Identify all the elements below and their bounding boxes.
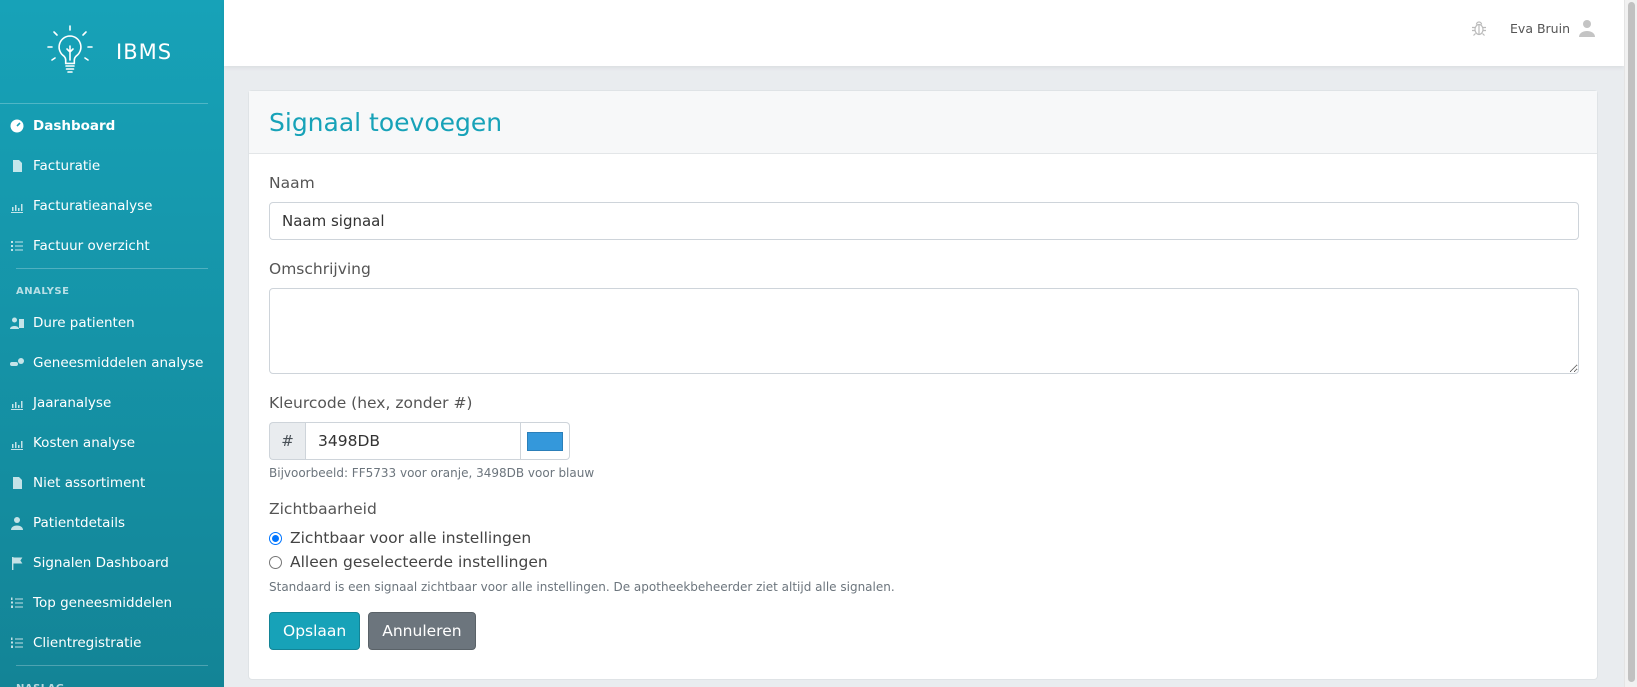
sidebar-heading-naslag: NASLAG <box>0 666 224 687</box>
sidebar-item-factuur-overzicht[interactable]: Factuur overzicht <box>0 226 224 266</box>
topbar-right: Eva Bruin <box>1470 19 1596 37</box>
sidebar-item-label: Signalen Dashboard <box>33 555 169 571</box>
kleurcode-input[interactable] <box>305 422 521 460</box>
sidebar-item-facturatieanalyse[interactable]: Facturatieanalyse <box>0 186 224 226</box>
file-icon <box>10 159 24 173</box>
radio-all-input[interactable] <box>269 531 282 545</box>
naam-group: Naam <box>269 174 1579 240</box>
sidebar-nav-analyse: Dure patienten Geneesmiddelen analyse Ja… <box>0 303 224 663</box>
zichtbaarheid-group: Zichtbaarheid Zichtbaar voor alle instel… <box>269 500 1577 594</box>
sidebar-item-dure-patienten[interactable]: Dure patienten <box>0 303 224 343</box>
radio-selected-label: Alleen geselecteerde instellingen <box>290 553 548 571</box>
radio-selected-input[interactable] <box>269 555 282 569</box>
card-header: Signaal toevoegen <box>249 91 1597 154</box>
sidebar-item-label: Facturatie <box>33 158 101 174</box>
sidebar-item-label: Facturatieanalyse <box>33 198 153 214</box>
chart-icon <box>10 396 24 410</box>
form-actions: Opslaan Annuleren <box>269 612 1577 650</box>
zichtbaarheid-label: Zichtbaarheid <box>269 500 377 518</box>
sidebar-item-label: Top geneesmiddelen <box>33 595 173 611</box>
kleur-help-text: Bijvoorbeeld: FF5733 voor oranje, 3498DB… <box>269 466 595 480</box>
sidebar-item-clientregistratie[interactable]: Clientregistratie <box>0 623 224 663</box>
user-name[interactable]: Eva Bruin <box>1510 21 1570 36</box>
sidebar-item-label: Dashboard <box>33 118 116 134</box>
sidebar-item-top-geneesmiddelen[interactable]: Top geneesmiddelen <box>0 583 224 623</box>
kleur-group: Kleurcode (hex, zonder #) # Bijvoorbeeld… <box>269 394 1577 480</box>
color-picker[interactable] <box>521 422 570 460</box>
sidebar-item-label: Patientdetails <box>33 515 125 531</box>
user-icon <box>10 516 24 530</box>
chart-icon <box>10 436 24 450</box>
list-icon <box>10 239 24 253</box>
omschrijving-textarea[interactable] <box>269 288 1579 374</box>
radio-all-label: Zichtbaar voor alle instellingen <box>290 529 532 547</box>
sidebar-item-label: Jaaranalyse <box>33 395 112 411</box>
save-button[interactable]: Opslaan <box>269 612 361 650</box>
bug-icon[interactable] <box>1470 19 1488 37</box>
sidebar-item-niet-assortiment[interactable]: Niet assortiment <box>0 463 224 503</box>
card-body: Naam Omschrijving Kleurcode (hex, zonder… <box>249 154 1597 650</box>
sidebar: IBMS Dashboard Facturatie Facturatieanal… <box>0 0 224 687</box>
file-icon <box>10 476 24 490</box>
color-input-group: # <box>269 422 1577 460</box>
sidebar-item-label: Clientregistratie <box>33 635 142 651</box>
radio-option-selected[interactable]: Alleen geselecteerde instellingen <box>269 550 1577 574</box>
signal-form-card: Signaal toevoegen Naam Omschrijving Kleu… <box>248 90 1598 680</box>
sidebar-item-geneesmiddelen-analyse[interactable]: Geneesmiddelen analyse <box>0 343 224 383</box>
sidebar-item-patientdetails[interactable]: Patientdetails <box>0 503 224 543</box>
chart-icon <box>10 199 24 213</box>
sidebar-item-kosten-analyse[interactable]: Kosten analyse <box>0 423 224 463</box>
sidebar-item-label: Niet assortiment <box>33 475 146 491</box>
flag-icon <box>10 556 24 570</box>
dashboard-icon <box>10 119 24 133</box>
sidebar-item-label: Kosten analyse <box>33 435 136 451</box>
sidebar-heading-analyse: ANALYSE <box>16 286 70 297</box>
sidebar-item-signalen-dashboard[interactable]: Signalen Dashboard <box>0 543 224 583</box>
pills-icon <box>10 356 24 370</box>
radio-option-all[interactable]: Zichtbaar voor alle instellingen <box>269 526 1577 550</box>
brand-name: IBMS <box>116 39 173 64</box>
brand[interactable]: IBMS <box>0 0 208 104</box>
lightbulb-icon <box>47 24 93 73</box>
sidebar-item-label: Dure patienten <box>33 315 135 331</box>
omschrijving-group: Omschrijving <box>269 260 1579 374</box>
kleur-label: Kleurcode (hex, zonder #) <box>269 394 473 412</box>
omschrijving-label: Omschrijving <box>269 260 371 278</box>
ordered-list-icon <box>10 636 24 650</box>
zichtbaarheid-help-text: Standaard is een signaal zichtbaar voor … <box>269 580 895 594</box>
user-icon[interactable] <box>1578 19 1596 37</box>
users-icon <box>10 316 24 330</box>
naam-label: Naam <box>269 174 315 192</box>
ordered-list-icon <box>10 596 24 610</box>
sidebar-item-label: Geneesmiddelen analyse <box>33 355 204 371</box>
page-title: Signaal toevoegen <box>269 107 503 137</box>
sidebar-nav-main: Dashboard Facturatie Facturatieanalyse F… <box>0 106 224 266</box>
color-swatch <box>527 431 563 451</box>
sidebar-item-dashboard[interactable]: Dashboard <box>0 106 224 146</box>
page-scrollbar[interactable] <box>1624 0 1637 687</box>
sidebar-item-jaaranalyse[interactable]: Jaaranalyse <box>0 383 224 423</box>
hash-prefix: # <box>269 422 305 460</box>
sidebar-item-label: Factuur overzicht <box>33 238 150 254</box>
topbar: Eva Bruin <box>224 0 1624 66</box>
sidebar-item-facturatie[interactable]: Facturatie <box>0 146 224 186</box>
cancel-button[interactable]: Annuleren <box>368 612 476 650</box>
scrollbar-thumb[interactable] <box>1628 2 1635 682</box>
naam-input[interactable] <box>269 202 1579 240</box>
